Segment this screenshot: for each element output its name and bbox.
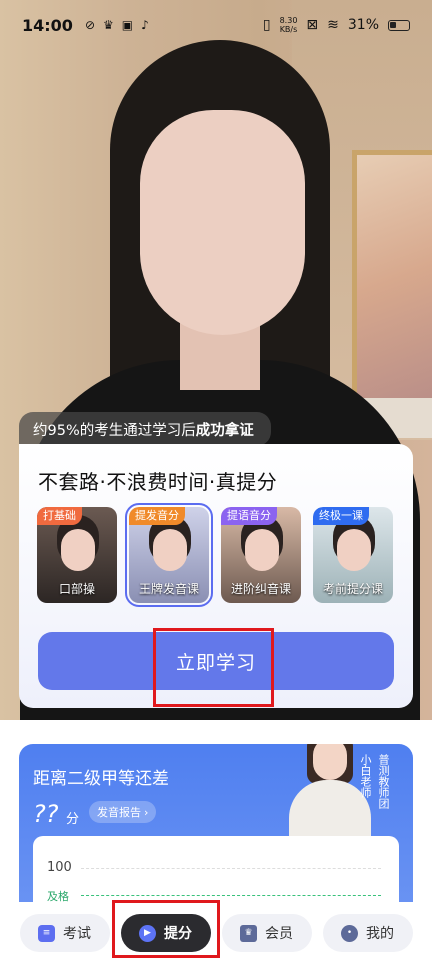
course-thumbnail [245,529,279,571]
course-name: 王牌发音课 [138,582,199,596]
clock: 14:00 [22,15,73,35]
course-name: 进阶纠音课 [230,582,291,596]
vip-crown-icon: ♛ [240,924,257,942]
pass-rate-bold: 成功拿证 [195,422,254,439]
report-label: 发音报告 [97,806,141,819]
background-painting [352,150,432,410]
vibrate-icon: ▯ [262,17,271,33]
score-unit: 分 [66,812,80,827]
nav-label-boost: 提分 [164,926,192,942]
chevron-right-icon: › [144,805,149,819]
course-badge: 打基础 [37,507,82,525]
sim-icon: ⊠ [306,17,319,33]
course-list: 打基础 口部操 提发音分 王牌发音课 提语音分 进阶纠音课 终极一课 考前提分课 [37,503,393,607]
bottom-nav: ≡ 考试 ▶ 提分 ♛ 会员 • 我的 [0,902,432,964]
nav-tab-exam[interactable]: ≡ 考试 [19,914,110,952]
promo-title: 不套路·不浪费时间·真提分 [38,470,278,494]
course-thumbnail [153,529,187,571]
battery-percent: 31% [347,17,379,33]
nav-label-vip: 会员 [265,926,293,942]
play-icon: ▶ [139,924,156,942]
course-badge: 提语音分 [221,507,277,525]
pass-rate-banner: 约95%的考生通过学习后 成功拿证 [19,412,271,446]
network-speed: 8.30 KB/s [279,16,298,34]
tiktok-notification-icon: ♪ [141,18,149,32]
course-thumbnail [337,529,371,571]
gallery-notification-icon: ▣ [121,18,134,32]
app-notification-icon: ⊘ [84,18,95,32]
course-promo-card: 不套路·不浪费时间·真提分 打基础 口部操 提发音分 王牌发音课 提语音分 进阶… [19,444,413,708]
system-icons: ▯ 8.30 KB/s ⊠ ≋ 31% [263,16,410,34]
course-name: 口部操 [58,582,95,596]
course-card-advanced-correction[interactable]: 提语音分 进阶纠音课 [221,507,301,603]
presenter-face [140,110,305,335]
nav-label-profile: 我的 [366,926,394,942]
pronunciation-report-button[interactable]: 发音报告 › [89,801,157,823]
nav-tab-boost[interactable]: ▶ 提分 [120,914,211,952]
study-now-button[interactable]: 立即学习 [38,632,394,690]
teacher-caption-team: 普测教师团 [377,754,390,809]
teacher-caption: 小白老师 普测教师团 [359,754,390,809]
teacher-face [313,744,347,780]
course-card-pronunciation[interactable]: 提发音分 王牌发音课 [125,503,213,607]
profile-icon: • [341,924,358,942]
battery-icon [388,19,410,31]
pass-rate-text: 约95%的考生通过学习后 [33,422,196,439]
crown-notification-icon: ♛ [103,18,114,32]
notification-icons: ⊘ ♛ ▣ ♪ [85,18,149,32]
score-value: ?? [33,800,59,828]
chart-max-label: 100 [47,860,72,875]
chart-pass-line [81,895,381,896]
score-panel: 距离二级甲等还差 ?? 分 发音报告 › 小白老师 普测教师团 100 及格 [19,744,413,914]
course-card-final-boost[interactable]: 终极一课 考前提分课 [313,507,393,603]
status-bar: 14:00 ⊘ ♛ ▣ ♪ ▯ 8.30 KB/s ⊠ ≋ 31% [0,0,432,50]
course-badge: 终极一课 [313,507,369,525]
course-name: 考前提分课 [322,582,383,596]
course-badge: 提发音分 [129,507,185,525]
teacher-caption-name: 小白老师 [359,754,372,798]
nav-label-exam: 考试 [63,926,91,942]
nav-tab-vip[interactable]: ♛ 会员 [221,914,312,952]
course-card-mouth-exercise[interactable]: 打基础 口部操 [37,507,117,603]
chart-grid-line [81,868,381,869]
wifi-icon: ≋ [327,17,339,33]
exam-icon: ≡ [38,924,55,942]
nav-tab-profile[interactable]: • 我的 [322,914,413,952]
score-gap-title: 距离二级甲等还差 [33,769,169,789]
course-thumbnail [61,529,95,571]
